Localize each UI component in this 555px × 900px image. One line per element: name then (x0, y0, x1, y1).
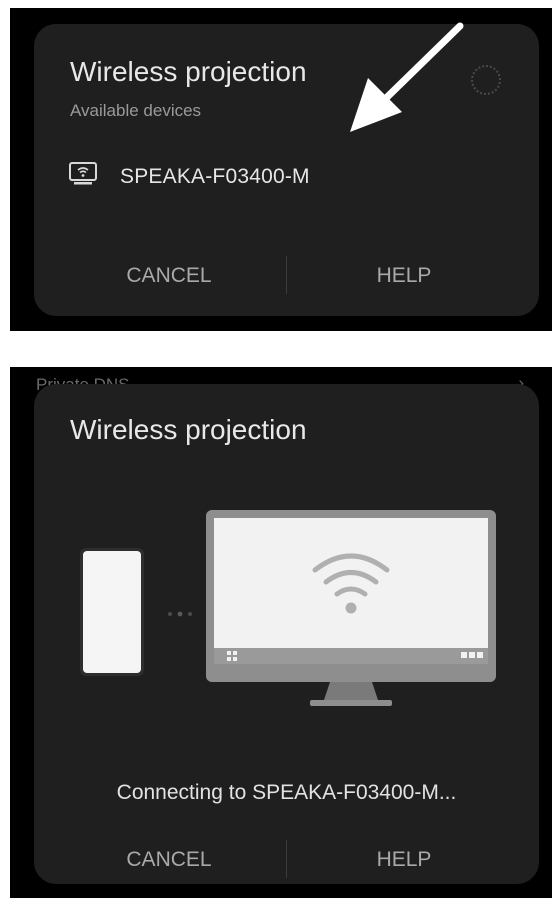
connection-status-text: Connecting to SPEAKA-F03400-M... (116, 781, 457, 804)
help-button[interactable]: HELP (304, 256, 504, 296)
projection-illustration (80, 510, 496, 706)
cancel-button[interactable]: CANCEL (69, 840, 269, 880)
annotation-arrow-icon (350, 22, 464, 132)
button-divider (286, 256, 287, 294)
screenshot-device-picker: Wireless projection Available devices SP… (10, 8, 552, 331)
device-name: SPEAKA-F03400-M (120, 164, 310, 188)
dialog-button-row: CANCEL HELP (34, 256, 539, 296)
wireless-projection-dialog: Wireless projection Connecting to SPEAKA… (34, 384, 539, 884)
help-button[interactable]: HELP (304, 840, 504, 880)
monitor-icon (206, 510, 496, 706)
dialog-button-row: CANCEL HELP (34, 840, 539, 880)
screen-mirroring-icon (68, 162, 98, 191)
device-list-item[interactable]: SPEAKA-F03400-M (68, 162, 310, 191)
screenshot-connecting: Private DNS › Wireless projection (10, 367, 552, 898)
cancel-button[interactable]: CANCEL (69, 256, 269, 296)
phone-icon (80, 548, 144, 676)
connecting-dots-icon (168, 611, 192, 617)
dialog-title: Wireless projection (70, 56, 307, 87)
dialog-subtitle: Available devices (70, 101, 202, 120)
dialog-title: Wireless projection (70, 414, 307, 445)
button-divider (286, 840, 287, 878)
